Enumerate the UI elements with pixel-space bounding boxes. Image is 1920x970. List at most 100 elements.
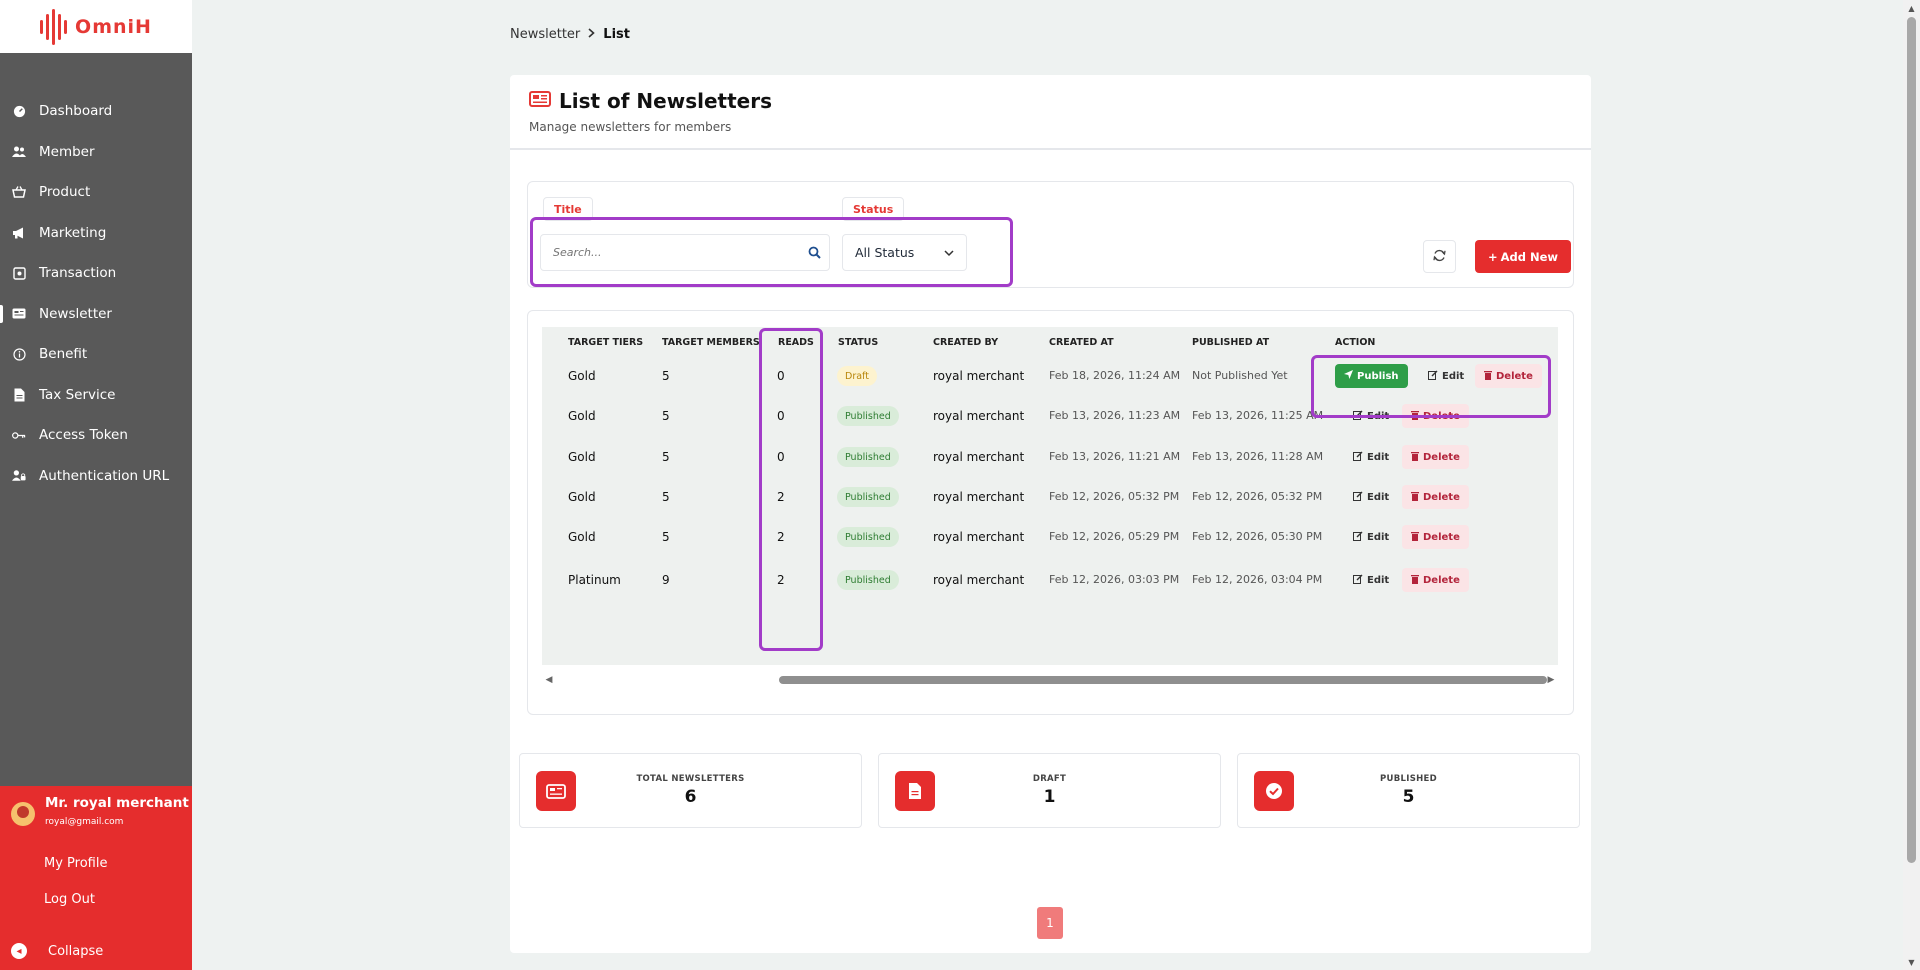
- scroll-thumb[interactable]: [779, 676, 1547, 684]
- edit-button[interactable]: Edit: [1344, 445, 1398, 469]
- sidebar-item-label: Marketing: [39, 224, 107, 241]
- stat-published: PUBLISHED 5: [1237, 753, 1580, 828]
- window-scroll-thumb[interactable]: [1907, 17, 1916, 863]
- cell-created-by: royal merchant: [933, 409, 1025, 423]
- cell-created-at: Feb 12, 2026, 05:32 PM: [1049, 490, 1180, 503]
- delete-button[interactable]: Delete: [1402, 525, 1469, 549]
- cell-created-by: royal merchant: [933, 530, 1025, 544]
- col-header-reads: READS: [778, 337, 814, 348]
- edit-button[interactable]: Edit: [1419, 364, 1473, 388]
- sidebar-item-dashboard[interactable]: Dashboard: [0, 91, 192, 132]
- col-header-created-at: CREATED AT: [1049, 337, 1114, 348]
- chevron-down-icon: [944, 245, 954, 260]
- col-header-status: STATUS: [838, 337, 879, 348]
- refresh-button[interactable]: [1423, 240, 1456, 273]
- avatar[interactable]: [11, 802, 35, 826]
- status-select-value: All Status: [855, 245, 915, 260]
- delete-button[interactable]: Delete: [1402, 445, 1469, 469]
- page-title: List of Newsletters: [559, 89, 772, 113]
- sidebar-item-label: Access Token: [39, 427, 128, 444]
- breadcrumb-parent[interactable]: Newsletter: [510, 27, 580, 42]
- scroll-up-icon[interactable]: ▲: [1903, 0, 1920, 16]
- publish-button[interactable]: Publish: [1335, 364, 1408, 388]
- stat-label: DRAFT: [1032, 774, 1067, 784]
- cell-published-at: Feb 12, 2026, 05:30 PM: [1192, 530, 1323, 543]
- add-new-button[interactable]: + Add New: [1475, 240, 1571, 273]
- cell-target-tiers: Gold: [568, 490, 596, 504]
- edit-button[interactable]: Edit: [1344, 568, 1398, 592]
- delete-label: Delete: [1423, 574, 1460, 586]
- sidebar-item-member[interactable]: Member: [0, 132, 192, 173]
- edit-label: Edit: [1442, 370, 1465, 382]
- scroll-down-icon[interactable]: ▼: [1903, 954, 1920, 970]
- delete-label: Delete: [1423, 491, 1460, 503]
- dashboard-icon: [12, 104, 26, 118]
- status-select[interactable]: All Status: [842, 234, 967, 271]
- collapse-button[interactable]: ◂ Collapse: [11, 943, 103, 959]
- delete-button[interactable]: Delete: [1402, 568, 1469, 592]
- edit-button[interactable]: Edit: [1344, 404, 1398, 428]
- sidebar-item-product[interactable]: Product: [0, 172, 192, 213]
- logo-mark-icon: [40, 7, 68, 47]
- sidebar-item-newsletter[interactable]: Newsletter: [0, 294, 192, 335]
- delete-button[interactable]: Delete: [1402, 485, 1469, 509]
- delete-label: Delete: [1423, 451, 1460, 463]
- status-badge: Published: [837, 447, 899, 467]
- user-lock-icon: [12, 469, 26, 483]
- edit-icon: [1353, 410, 1363, 423]
- info-icon: [12, 347, 26, 361]
- search-icon[interactable]: [799, 246, 829, 259]
- cell-reads: 0: [777, 450, 785, 464]
- col-header-tiers: TARGET TIERS: [568, 337, 644, 348]
- basket-icon: [12, 185, 26, 199]
- cell-reads: 0: [777, 409, 785, 423]
- delete-button[interactable]: Delete: [1402, 404, 1469, 428]
- newspaper-icon: [529, 91, 551, 111]
- refresh-icon: [1433, 247, 1446, 266]
- sidebar-item-tax-service[interactable]: Tax Service: [0, 375, 192, 416]
- logout-link[interactable]: Log Out: [44, 892, 95, 907]
- trash-icon: [1411, 451, 1419, 464]
- main-card: List of Newsletters Manage newsletters f…: [510, 75, 1591, 953]
- search-input[interactable]: [541, 235, 799, 270]
- scroll-left-icon[interactable]: ◀: [542, 673, 556, 687]
- status-badge: Published: [837, 406, 899, 426]
- breadcrumb-current: List: [603, 27, 630, 42]
- page-subtitle: Manage newsletters for members: [529, 120, 732, 134]
- stat-draft: DRAFT 1: [878, 753, 1221, 828]
- sidebar-item-transaction[interactable]: Transaction: [0, 253, 192, 294]
- cell-target-tiers: Gold: [568, 530, 596, 544]
- chevron-right-icon: [588, 27, 595, 42]
- sidebar-item-benefit[interactable]: Benefit: [0, 334, 192, 375]
- delete-button[interactable]: Delete: [1475, 364, 1542, 388]
- sidebar-item-access-token[interactable]: Access Token: [0, 415, 192, 456]
- my-profile-link[interactable]: My Profile: [44, 856, 107, 871]
- sidebar-item-marketing[interactable]: Marketing: [0, 213, 192, 254]
- edit-icon: [1353, 451, 1363, 464]
- trash-icon: [1411, 491, 1419, 504]
- cell-created-by: royal merchant: [933, 450, 1025, 464]
- sidebar-item-label: Benefit: [39, 346, 88, 363]
- cell-target-members: 5: [662, 409, 670, 423]
- key-icon: [12, 428, 26, 442]
- window-vertical-scrollbar[interactable]: ▲ ▼: [1903, 0, 1920, 970]
- logo-text: OmniH: [75, 15, 152, 38]
- plus-icon: +: [1487, 249, 1498, 264]
- cell-target-members: 5: [662, 369, 670, 383]
- cell-target-members: 5: [662, 450, 670, 464]
- col-header-action: ACTION: [1335, 337, 1376, 348]
- status-badge: Published: [837, 487, 899, 507]
- pagination-page-button[interactable]: 1: [1037, 907, 1063, 939]
- arrow-left-icon: ◂: [11, 943, 27, 959]
- sidebar-item-label: Product: [39, 184, 91, 201]
- trash-icon: [1411, 574, 1419, 587]
- sidebar-item-authentication-url[interactable]: Authentication URL: [0, 456, 192, 497]
- cell-published-at: Feb 13, 2026, 11:25 AM: [1192, 409, 1324, 422]
- cell-created-by: royal merchant: [933, 573, 1025, 587]
- logo[interactable]: OmniH: [0, 0, 192, 53]
- edit-button[interactable]: Edit: [1344, 485, 1398, 509]
- scroll-track[interactable]: [556, 675, 1547, 685]
- edit-button[interactable]: Edit: [1344, 525, 1398, 549]
- sidebar-item-label: Member: [39, 143, 95, 160]
- table-horizontal-scrollbar[interactable]: ◀ ▶: [542, 672, 1558, 688]
